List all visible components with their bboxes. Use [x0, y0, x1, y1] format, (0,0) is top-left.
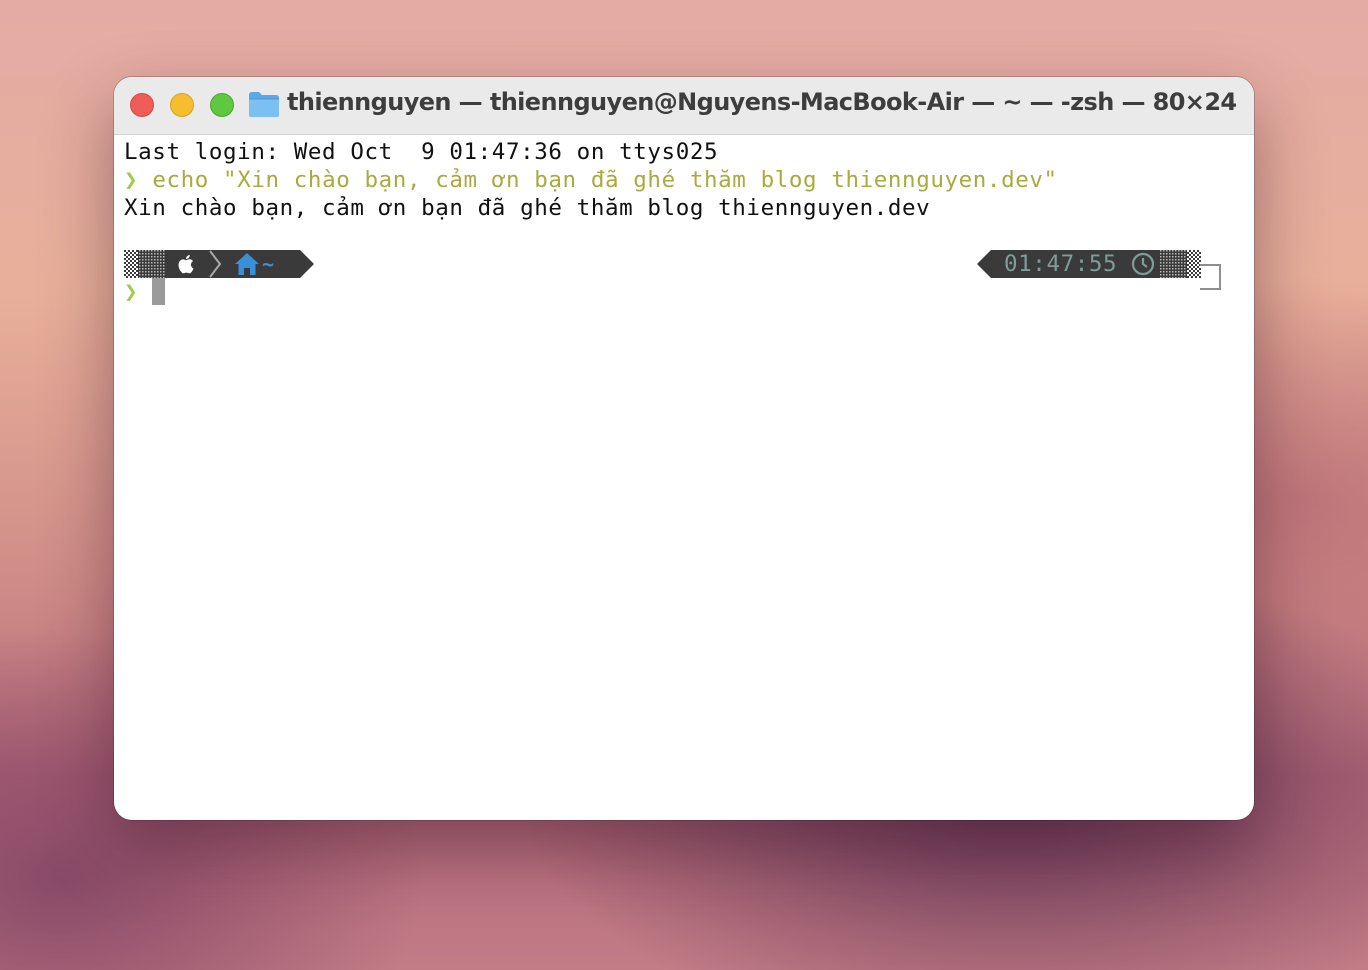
prompt-line: ❯ — [124, 278, 138, 306]
output-line: Xin chào bạn, cảm ơn bạn đã ghé thăm blo… — [124, 195, 931, 221]
command-line: ❯ echo "Xin chào bạn, cảm ơn bạn đã ghé … — [124, 166, 1058, 194]
active-prompt-chevron: ❯ — [124, 279, 139, 305]
directory-label: ~ — [262, 252, 275, 276]
segment-separator-icon — [209, 250, 222, 278]
terminal-window: thiennguyen — thiennguyen@Nguyens-MacBoo… — [114, 77, 1254, 820]
prompt-chevron: ❯ — [124, 167, 139, 193]
last-login-line: Last login: Wed Oct 9 01:47:36 on ttys02… — [124, 139, 719, 165]
window-title: thiennguyen — thiennguyen@Nguyens-MacBoo… — [287, 88, 1237, 116]
right-bracket-icon — [1200, 264, 1221, 290]
terminal-content[interactable]: Last login: Wed Oct 9 01:47:36 on ttys02… — [114, 135, 1254, 820]
clock-icon — [1131, 252, 1155, 276]
apple-icon — [178, 255, 194, 274]
home-icon — [235, 253, 259, 275]
minimize-button[interactable] — [170, 93, 194, 117]
clock-time: 01:47:55 — [1004, 251, 1118, 277]
folder-icon — [249, 92, 279, 117]
title-bar[interactable]: thiennguyen — thiennguyen@Nguyens-MacBoo… — [114, 77, 1254, 135]
text-cursor[interactable] — [152, 278, 165, 305]
close-button[interactable] — [130, 93, 154, 117]
maximize-button[interactable] — [210, 93, 234, 117]
command-text: echo "Xin chào bạn, cảm ơn bạn đã ghé th… — [152, 167, 1058, 193]
